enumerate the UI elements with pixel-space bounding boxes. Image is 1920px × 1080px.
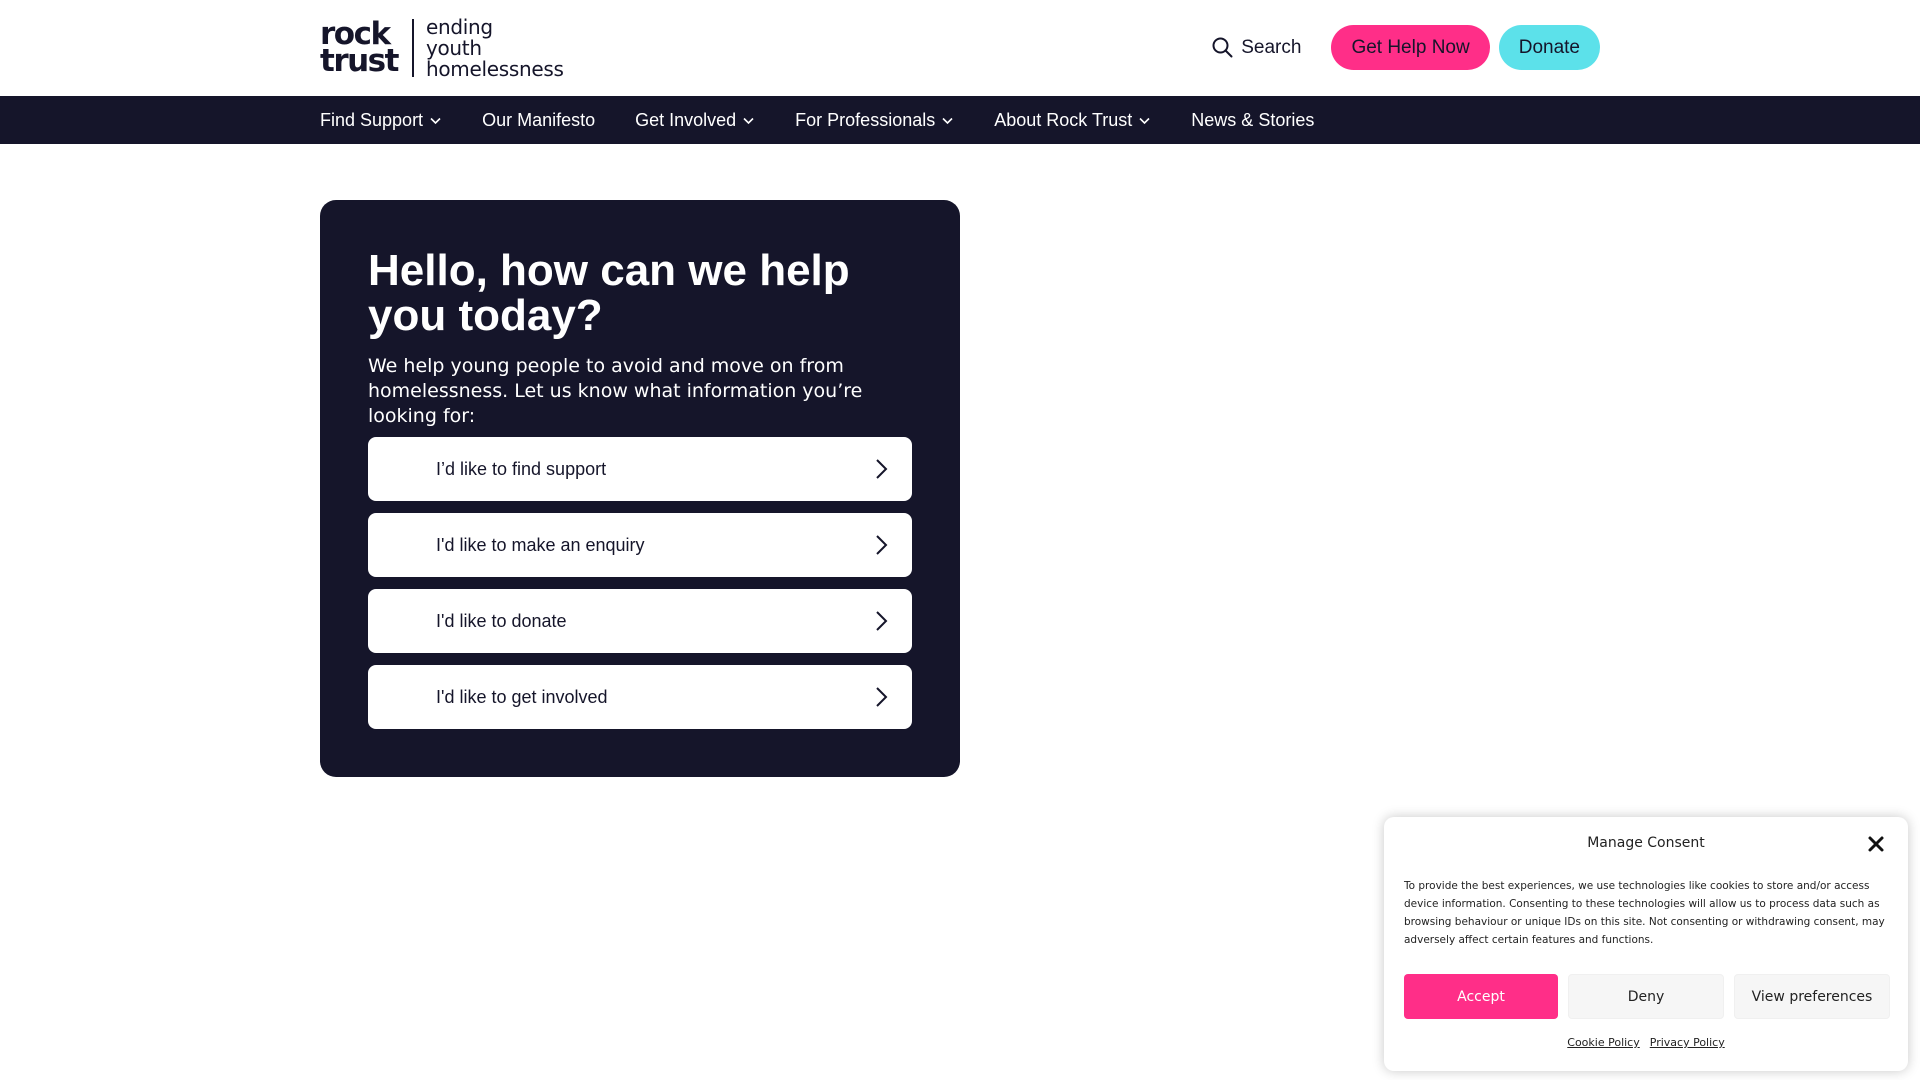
search-label: Search — [1241, 36, 1302, 58]
search-button[interactable]: Search — [1212, 37, 1301, 59]
main-nav: Find Support Our Manifesto Get Involved … — [0, 96, 1920, 144]
option-make-enquiry[interactable]: I'd like to make an enquiry — [368, 513, 912, 577]
nav-item-news-stories[interactable]: News & Stories — [1191, 110, 1314, 131]
rock-trust-logo[interactable]: rock trust ending youth homelessness — [320, 14, 564, 81]
option-label: I'd like to donate — [436, 610, 567, 631]
option-label: I’d like to find support — [436, 458, 607, 479]
chevron-right-icon — [876, 459, 888, 479]
chevron-right-icon — [876, 611, 888, 631]
deny-label: Deny — [1627, 988, 1665, 1005]
logo-tagline-line3: homelessness — [425, 56, 564, 81]
nav-item-our-manifesto[interactable]: Our Manifesto — [482, 110, 595, 131]
nav-item-label: Find Support — [320, 109, 424, 130]
help-card: Hello, how can we help you today? We hel… — [320, 200, 960, 777]
header-actions: Search Get Help Now Donate — [1212, 25, 1600, 70]
logo-divider — [411, 19, 414, 77]
logo-tagline: ending youth homelessness — [425, 14, 564, 81]
chevron-down-icon — [1139, 117, 1150, 124]
logo-tagline-line2: youth — [425, 35, 482, 60]
cookie-consent-dialog: Manage Consent To provide the best exper… — [1384, 817, 1908, 1071]
logo-mark-line2: trust — [320, 43, 399, 79]
donate-button[interactable]: Donate — [1498, 25, 1600, 70]
close-icon[interactable] — [1866, 834, 1886, 854]
accept-button[interactable]: Accept — [1404, 974, 1558, 1019]
chevron-down-icon — [743, 117, 754, 124]
nav-item-label: About Rock Trust — [994, 109, 1133, 130]
get-help-now-label: Get Help Now — [1351, 36, 1470, 58]
donate-label: Donate — [1518, 36, 1580, 58]
nav-item-label: Our Manifesto — [482, 109, 596, 130]
view-preferences-button[interactable]: View preferences — [1734, 974, 1890, 1019]
chevron-down-icon — [942, 117, 953, 124]
nav-list: Find Support Our Manifesto Get Involved … — [320, 96, 1314, 144]
consent-title: Manage Consent — [1587, 835, 1705, 851]
option-find-support[interactable]: I’d like to find support — [368, 437, 912, 501]
consent-links: Cookie Policy Privacy Policy — [1384, 1036, 1908, 1049]
option-label: I'd like to get involved — [436, 686, 608, 707]
search-icon — [1212, 37, 1233, 58]
consent-buttons: Accept Deny View preferences — [1404, 974, 1890, 1019]
nav-item-label: Get Involved — [635, 109, 737, 130]
help-options-list: I’d like to find support I'd like to mak… — [368, 437, 912, 741]
logo-mark: rock trust — [320, 19, 399, 79]
nav-item-label: For Professionals — [795, 109, 936, 130]
nav-item-get-involved[interactable]: Get Involved — [635, 110, 755, 131]
option-donate[interactable]: I'd like to donate — [368, 589, 912, 653]
consent-body: To provide the best experiences, we use … — [1404, 880, 1885, 946]
get-help-now-button[interactable]: Get Help Now — [1331, 25, 1490, 70]
option-get-involved[interactable]: I'd like to get involved — [368, 665, 912, 729]
nav-item-label: News & Stories — [1191, 109, 1315, 130]
accept-label: Accept — [1457, 988, 1505, 1005]
logo-tagline-line1: ending — [425, 14, 493, 39]
cookie-policy-link[interactable]: Cookie Policy — [1567, 1036, 1639, 1049]
site-header: rock trust ending youth homelessness Sea… — [0, 0, 1920, 96]
view-preferences-label: View preferences — [1751, 988, 1873, 1005]
chevron-right-icon — [876, 535, 888, 555]
chevron-down-icon — [430, 117, 441, 124]
option-label: I'd like to make an enquiry — [436, 534, 645, 555]
nav-item-for-professionals[interactable]: For Professionals — [795, 110, 954, 131]
privacy-policy-link[interactable]: Privacy Policy — [1650, 1036, 1725, 1049]
nav-item-about-rock-trust[interactable]: About Rock Trust — [994, 110, 1151, 131]
nav-item-find-support[interactable]: Find Support — [320, 110, 442, 131]
chevron-right-icon — [876, 687, 888, 707]
deny-button[interactable]: Deny — [1568, 974, 1724, 1019]
help-card-subtitle: We help young people to avoid and move o… — [368, 355, 863, 427]
help-card-title: Hello, how can we help you today? — [368, 246, 850, 340]
